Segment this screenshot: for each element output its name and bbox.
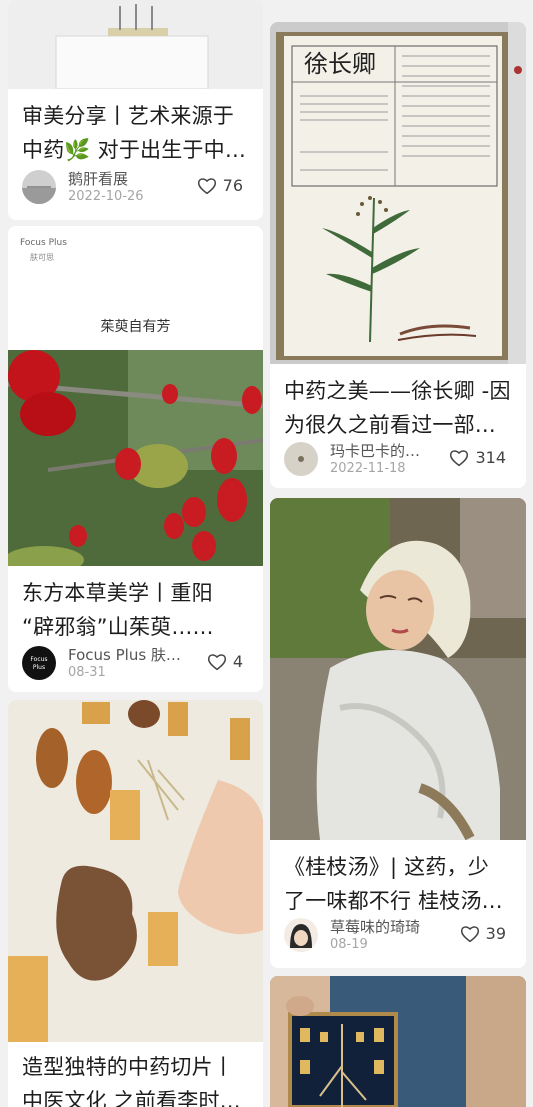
heart-icon — [197, 177, 216, 194]
note-title: 中药之美——徐长卿 -因 为很久之前看过一部… — [284, 379, 511, 437]
heart-icon — [207, 653, 226, 670]
brand-subtitle: 肤可思 — [30, 253, 54, 262]
note-card[interactable]: 审美分享丨艺术来源于 中药🌿 对于出生于中… 鹅肝看展 2022-10-26 7… — [8, 0, 263, 220]
heart-icon — [450, 449, 469, 466]
post-date: 2022-10-26 — [68, 189, 144, 204]
like-button[interactable]: 76 — [197, 176, 243, 195]
avatar[interactable] — [284, 918, 318, 952]
post-date: 08-19 — [330, 937, 368, 952]
post-date: 2022-11-18 — [330, 461, 406, 476]
author-name[interactable]: 草莓味的琦琦 — [330, 916, 450, 937]
author-name[interactable]: 鹅肝看展 — [68, 168, 188, 189]
herb-frame-artwork-photo — [270, 976, 526, 1107]
avatar[interactable]: Focus Plus — [22, 646, 56, 680]
note-card[interactable]: 造型独特的中药切片丨 中医文化 之前看李时… — [8, 700, 263, 1107]
note-card[interactable]: 《桂枝汤》| 这药，少 了一味都不行 桂枝汤… 草莓味的琦琦 08-19 39 — [270, 498, 526, 968]
heart-icon — [460, 925, 479, 942]
author-name[interactable]: 玛卡巴卡的… — [330, 440, 450, 461]
note-card[interactable]: 徐长卿 中药之美——徐长卿 -因 为很久之前看过一部… 玛卡巴卡的… 2022-… — [270, 22, 526, 488]
note-meta: 鹅肝看展 2022-10-26 76 — [22, 168, 251, 208]
note-meta: Focus Plus Focus Plus 肤… 08-31 4 — [22, 644, 251, 684]
like-count: 314 — [475, 448, 506, 467]
like-button[interactable]: 39 — [460, 924, 506, 943]
post-date: 08-31 — [68, 665, 106, 680]
like-button[interactable]: 4 — [207, 652, 243, 671]
author-name[interactable]: Focus Plus 肤… — [68, 644, 188, 665]
brand-logo: Focus Plus — [20, 238, 67, 248]
museum-display-photo — [8, 0, 263, 89]
avatar-text: Focus Plus — [30, 656, 48, 671]
note-title: 造型独特的中药切片丨 中医文化 之前看李时… — [22, 1055, 241, 1107]
note-title: 审美分享丨艺术来源于 中药🌿 对于出生于中… — [22, 104, 247, 162]
notes-feed: 审美分享丨艺术来源于 中药🌿 对于出生于中… 鹅肝看展 2022-10-26 7… — [0, 0, 533, 1107]
avatar[interactable] — [284, 442, 318, 476]
like-count: 39 — [485, 924, 506, 943]
book-heading: 徐长卿 — [304, 50, 376, 78]
like-count: 4 — [232, 652, 243, 671]
note-title: 东方本草美学丨重阳 “辟邪翁”山茱萸…… — [22, 581, 214, 639]
note-card[interactable]: Focus Plus 肤可思 茱萸自有芳 东方本草美学丨重阳 “辟邪翁”山茱萸…… — [8, 226, 263, 692]
cornus-berries-photo: Focus Plus 肤可思 茱萸自有芳 — [8, 226, 263, 566]
avatar[interactable] — [22, 170, 56, 204]
note-meta: 玛卡巴卡的… 2022-11-18 314 — [284, 440, 514, 480]
like-count: 76 — [222, 176, 243, 195]
herb-slices-photo — [8, 700, 263, 1042]
note-title: 《桂枝汤》| 这药，少 了一味都不行 桂枝汤… — [284, 855, 503, 913]
note-card[interactable] — [270, 976, 526, 1107]
note-meta: 草莓味的琦琦 08-19 39 — [284, 916, 514, 956]
poster-subtitle: 茱萸自有芳 — [100, 319, 171, 335]
costume-portrait-photo — [270, 498, 526, 840]
like-button[interactable]: 314 — [449, 448, 506, 467]
herbal-book-illustration-photo: 徐长卿 — [270, 22, 526, 364]
